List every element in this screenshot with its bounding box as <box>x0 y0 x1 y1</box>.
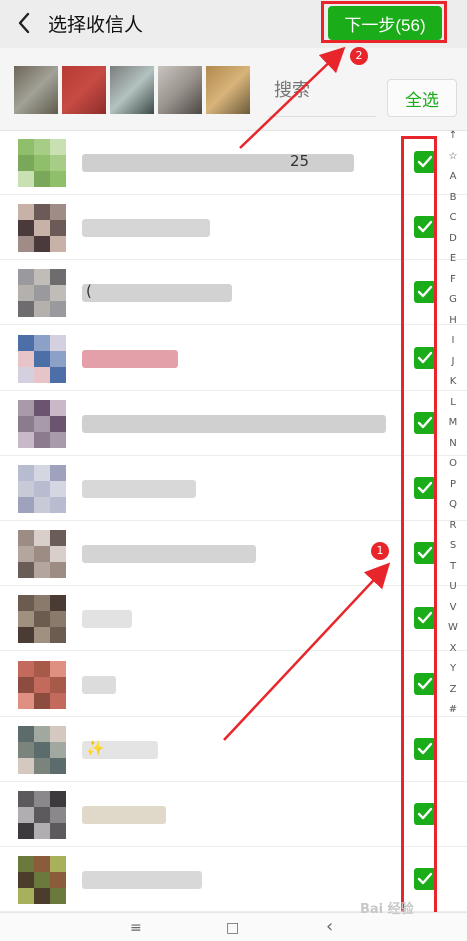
menu-icon[interactable]: ≡ <box>130 920 142 936</box>
annotation-arrows <box>223 46 391 741</box>
arrow-to-checkboxes <box>223 562 391 741</box>
annotation-marker-1: 1 <box>371 542 389 560</box>
back-nav-icon[interactable]: ‹ <box>326 916 333 937</box>
annotation-marker-2: 2 <box>350 47 368 65</box>
home-icon[interactable]: □ <box>226 920 239 936</box>
watermark-logo: Bai 经验 <box>360 902 414 917</box>
arrow-to-next <box>239 46 346 149</box>
